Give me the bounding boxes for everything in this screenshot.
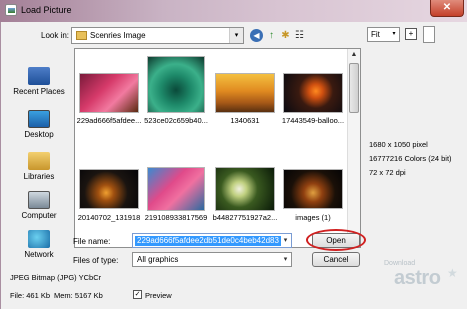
files-of-type-label: Files of type:: [73, 256, 119, 265]
file-caption[interactable]: 17443549-balloo...: [279, 116, 347, 125]
file-thumbnail[interactable]: [283, 73, 343, 113]
image-dpi: 72 x 72 dpi: [369, 168, 406, 177]
network-icon: [28, 230, 50, 248]
file-caption[interactable]: b44827751927a2...: [211, 213, 279, 222]
sidebar-item-network[interactable]: Network: [4, 230, 74, 259]
file-thumbnail[interactable]: [147, 56, 205, 113]
file-thumbnail[interactable]: [79, 169, 139, 209]
views-menu-icon[interactable]: ☷: [293, 29, 306, 42]
zoom-fit-select[interactable]: Fit ▾: [367, 27, 400, 42]
zoom-fit-value: Fit: [371, 30, 380, 39]
back-icon[interactable]: ◀: [250, 29, 263, 42]
sidebar-item-label: Libraries: [23, 172, 55, 181]
places-bar: Recent Places Desktop Libraries Computer…: [4, 49, 74, 269]
file-thumbnail[interactable]: [283, 169, 343, 209]
file-thumbnail[interactable]: [79, 73, 139, 113]
up-folder-icon[interactable]: ↑: [265, 29, 278, 42]
sidebar-item-desktop[interactable]: Desktop: [4, 110, 74, 139]
sidebar-item-computer[interactable]: Computer: [4, 191, 74, 220]
close-icon: ✕: [442, 2, 452, 13]
file-thumbnail[interactable]: [215, 167, 275, 211]
look-in-value: Scenries Image: [90, 31, 146, 40]
preview-checkbox[interactable]: ✓: [133, 290, 142, 299]
file-thumbnail[interactable]: [147, 167, 205, 211]
cancel-button[interactable]: Cancel: [312, 252, 360, 267]
sidebar-item-label: Computer: [21, 211, 57, 220]
preview-frame: [423, 26, 435, 43]
file-name-label: File name:: [73, 237, 111, 246]
file-name-input[interactable]: 229ad666f5afdee2db51de0c4beb42d83 ▾: [132, 233, 292, 248]
sidebar-item-label: Desktop: [24, 130, 54, 139]
recent-places-icon: [28, 67, 50, 85]
desktop-icon: [28, 110, 50, 128]
sidebar-item-libraries[interactable]: Libraries: [4, 152, 74, 181]
sidebar-item-recent-places[interactable]: Recent Places: [4, 67, 74, 96]
window-title: Load Picture: [21, 5, 72, 15]
preview-label[interactable]: Preview: [145, 291, 172, 300]
scrollbar-thumb[interactable]: [349, 63, 359, 113]
file-thumbnail[interactable]: [215, 73, 275, 113]
libraries-icon: [28, 152, 50, 170]
file-caption[interactable]: 229ad666f5afdee...: [75, 116, 143, 125]
files-of-type-value: All graphics: [137, 255, 179, 264]
watermark-small-text: Download: [384, 260, 416, 267]
chevron-down-icon[interactable]: ▾: [229, 28, 243, 43]
sidebar-item-label: Network: [24, 250, 54, 259]
look-in-label: Look in:: [41, 31, 70, 40]
computer-icon: [28, 191, 50, 209]
watermark-big-text: astro: [394, 267, 441, 289]
image-dimensions: 1680 x 1050 pixel: [369, 140, 428, 149]
highlight-circle: [306, 229, 366, 251]
chevron-down-icon[interactable]: ▾: [280, 253, 291, 266]
zoom-icon[interactable]: +: [405, 28, 417, 40]
file-caption[interactable]: 523ce02c659b40...: [142, 116, 210, 125]
file-caption[interactable]: 20140702_131918: [75, 213, 143, 222]
file-type-info: JPEG Bitmap (JPG) YCbCr: [10, 273, 102, 282]
file-caption[interactable]: images (1): [279, 213, 347, 222]
file-list-view[interactable]: 229ad666f5afdee... 523ce02c659b40... 134…: [74, 48, 361, 248]
chevron-down-icon[interactable]: ▾: [389, 28, 399, 41]
file-caption[interactable]: 1340631: [211, 116, 279, 125]
load-picture-dialog: Look in: Scenries Image ▾ ◀ ↑ ✱ ☷ Recent…: [0, 22, 467, 309]
new-folder-icon[interactable]: ✱: [279, 29, 292, 42]
title-bar: Load Picture ✕: [0, 0, 467, 22]
scroll-up-icon[interactable]: ▲: [348, 49, 360, 61]
file-size-info: File: 461 Kb: [10, 291, 51, 300]
picture-icon: [5, 4, 17, 16]
vertical-scrollbar[interactable]: ▲ ▼: [347, 49, 360, 247]
close-button[interactable]: ✕: [430, 0, 464, 17]
file-caption[interactable]: 219108933817569: [142, 213, 210, 222]
files-of-type-select[interactable]: All graphics ▾: [132, 252, 292, 267]
look-in-combobox[interactable]: Scenries Image ▾: [71, 27, 244, 44]
watermark-star-icon: ★: [447, 266, 458, 280]
watermark-logo: Download astro ★: [381, 258, 465, 306]
memory-info: Mem: 5167 Kb: [54, 291, 103, 300]
chevron-down-icon[interactable]: ▾: [280, 234, 291, 247]
file-name-value[interactable]: 229ad666f5afdee2db51de0c4beb42d83: [135, 236, 281, 246]
folder-icon: [76, 31, 87, 40]
image-colors: 16777216 Colors (24 bit): [369, 154, 452, 163]
sidebar-item-label: Recent Places: [13, 87, 65, 96]
